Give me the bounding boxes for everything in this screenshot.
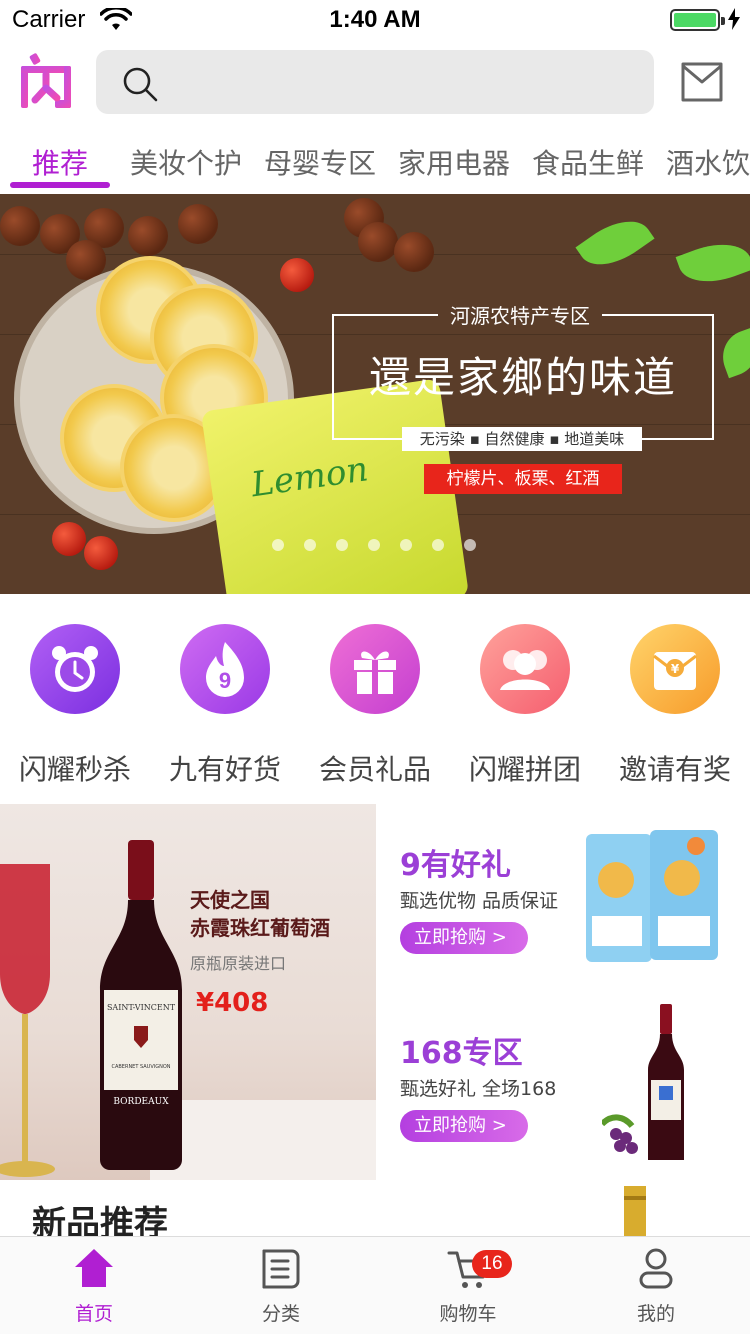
tabbar-cart[interactable]: 购物车 bbox=[374, 1237, 562, 1334]
circle-bg: 9 bbox=[180, 624, 270, 714]
promo-card-title: 168专区 bbox=[400, 1036, 523, 1071]
banner-headline: 還是家鄉的味道 bbox=[368, 353, 677, 402]
promo-card-nine-gifts[interactable]: 9有好礼 甄选优物 品质保证 立即抢购 > bbox=[376, 812, 750, 1000]
svg-text:SAINT-VINCENT: SAINT-VINCENT bbox=[107, 1003, 176, 1012]
carousel-dots[interactable] bbox=[272, 536, 496, 555]
carousel-dot[interactable] bbox=[336, 539, 348, 551]
promo-subtitle: 原瓶原装进口 bbox=[190, 954, 287, 973]
svg-text:¥: ¥ bbox=[671, 662, 680, 676]
snack-bags-image bbox=[586, 830, 718, 962]
header bbox=[0, 48, 750, 118]
mail-icon[interactable] bbox=[680, 60, 724, 104]
clock: 1:40 AM bbox=[329, 6, 421, 33]
list-icon bbox=[262, 1249, 300, 1289]
svg-text:BORDEAUX: BORDEAUX bbox=[113, 1097, 169, 1107]
chestnut-image bbox=[394, 232, 434, 272]
promo-card-desc: 甄选优物 品质保证 bbox=[400, 890, 559, 912]
red-envelope-icon: ¥ bbox=[653, 652, 697, 690]
active-tab-indicator bbox=[10, 182, 110, 188]
bottle-preview-image bbox=[624, 1186, 646, 1236]
entry-label: 会员礼品 bbox=[318, 753, 431, 786]
tabbar-label: 购物车 bbox=[439, 1303, 497, 1325]
carousel-dot[interactable] bbox=[272, 539, 284, 551]
tabbar-category[interactable]: 分类 bbox=[187, 1237, 375, 1334]
promo-card-title: 9有好礼 bbox=[400, 848, 511, 883]
gift-icon bbox=[354, 651, 396, 694]
promo-price: ¥408 bbox=[196, 988, 269, 1018]
entry-label: 闪耀秒杀 bbox=[18, 753, 131, 786]
tomato-image bbox=[280, 258, 314, 292]
bottom-tab-bar: 首页 分类 购物车 我的 bbox=[0, 1236, 750, 1334]
carousel-dot[interactable] bbox=[304, 539, 316, 551]
tab-mother-baby[interactable]: 母婴专区 bbox=[264, 142, 376, 182]
leaf-image bbox=[675, 233, 750, 293]
tomato-image bbox=[52, 522, 86, 556]
circle-bg bbox=[330, 624, 420, 714]
tab-recommended[interactable]: 推荐 bbox=[32, 142, 88, 182]
tabbar-label: 我的 bbox=[636, 1303, 675, 1325]
quick-entry-grid: 闪耀秒杀 9 九有好货 会员礼品 闪耀拼团 ¥ 邀请有奖 bbox=[0, 620, 750, 790]
promo-card-desc: 甄选好礼 全场168 bbox=[400, 1078, 557, 1100]
leaf-image bbox=[715, 327, 750, 379]
banner-subtitle: 河源农特产专区 bbox=[438, 300, 602, 329]
tab-appliances[interactable]: 家用电器 bbox=[398, 142, 510, 182]
tab-beauty[interactable]: 美妆个护 bbox=[130, 142, 242, 182]
entry-group-buy[interactable]: 闪耀拼团 bbox=[450, 620, 600, 788]
status-bar: Carrier 1:40 AM bbox=[0, 0, 750, 40]
tab-fresh-food[interactable]: 食品生鲜 bbox=[532, 142, 644, 182]
tabbar-label: 分类 bbox=[261, 1303, 300, 1325]
circle-bg bbox=[30, 624, 120, 714]
search-bar[interactable] bbox=[96, 50, 654, 114]
tabbar-profile[interactable]: 我的 bbox=[562, 1237, 750, 1334]
promo-wine-card[interactable]: SAINT-VINCENT CABERNET SAUVIGNON BORDEAU… bbox=[0, 804, 376, 1180]
entry-label: 邀请有奖 bbox=[618, 753, 731, 786]
carousel-dot[interactable] bbox=[432, 539, 444, 551]
battery-icon bbox=[670, 9, 725, 31]
tabbar-label: 首页 bbox=[74, 1303, 113, 1325]
banner-carousel[interactable]: Lemon 河源农特产专区 還是家鄉的味道 无污染 ▪ 自然健康 ▪ 地道美味 … bbox=[0, 194, 750, 594]
chestnut-image bbox=[0, 206, 40, 246]
entry-invite-reward[interactable]: ¥ 邀请有奖 bbox=[600, 620, 750, 788]
app-logo bbox=[21, 53, 71, 108]
entry-member-gifts[interactable]: 会员礼品 bbox=[300, 620, 450, 788]
carousel-dot[interactable] bbox=[368, 539, 380, 551]
wine-glass-image bbox=[0, 864, 55, 1177]
cart-badge: 16 bbox=[472, 1250, 512, 1278]
promo-card-168-zone[interactable]: 168专区 甄选好礼 全场168 立即抢购 > bbox=[376, 1000, 750, 1188]
circle-bg bbox=[480, 624, 570, 714]
search-input[interactable] bbox=[176, 50, 626, 114]
chestnut-image bbox=[178, 204, 218, 244]
banner-products: 柠檬片、板栗、红酒 bbox=[424, 464, 622, 494]
entry-label: 九有好货 bbox=[168, 753, 281, 786]
tomato-image bbox=[84, 536, 118, 570]
tab-drinks[interactable]: 酒水饮 bbox=[666, 142, 750, 182]
chestnut-image bbox=[128, 216, 168, 256]
banner-features: 无污染 ▪ 自然健康 ▪ 地道美味 bbox=[402, 427, 642, 451]
wine-bottle-image bbox=[602, 1004, 684, 1160]
category-tabs: 推荐 美妆个护 母婴专区 家用电器 食品生鲜 酒水饮 bbox=[0, 130, 750, 192]
charging-icon bbox=[728, 8, 740, 30]
carousel-dot[interactable] bbox=[464, 539, 476, 551]
wine-bottle-image: SAINT-VINCENT CABERNET SAUVIGNON BORDEAU… bbox=[100, 840, 182, 1170]
tabbar-home[interactable]: 首页 bbox=[0, 1237, 188, 1334]
group-icon bbox=[500, 650, 550, 690]
chestnut-image bbox=[358, 222, 398, 262]
entry-label: 闪耀拼团 bbox=[468, 753, 581, 786]
user-icon bbox=[639, 1248, 673, 1289]
buy-now-button[interactable]: 立即抢购 > bbox=[400, 922, 528, 954]
carousel-dot[interactable] bbox=[400, 539, 412, 551]
leaf-image bbox=[575, 207, 655, 279]
promo-title: 天使之国 赤霞珠红葡萄酒 bbox=[190, 888, 330, 940]
circle-bg: ¥ bbox=[630, 624, 720, 714]
buy-now-button[interactable]: 立即抢购 > bbox=[400, 1110, 528, 1142]
svg-text:CABERNET SAUVIGNON: CABERNET SAUVIGNON bbox=[111, 1064, 170, 1070]
home-icon bbox=[75, 1249, 113, 1287]
entry-nine-goods[interactable]: 9 九有好货 bbox=[150, 620, 300, 788]
entry-flash-sale[interactable]: 闪耀秒杀 bbox=[0, 620, 150, 788]
search-icon bbox=[123, 67, 158, 102]
flame-nine-icon: 9 bbox=[206, 642, 244, 697]
svg-text:9: 9 bbox=[219, 668, 231, 693]
alarm-clock-icon bbox=[52, 646, 98, 692]
